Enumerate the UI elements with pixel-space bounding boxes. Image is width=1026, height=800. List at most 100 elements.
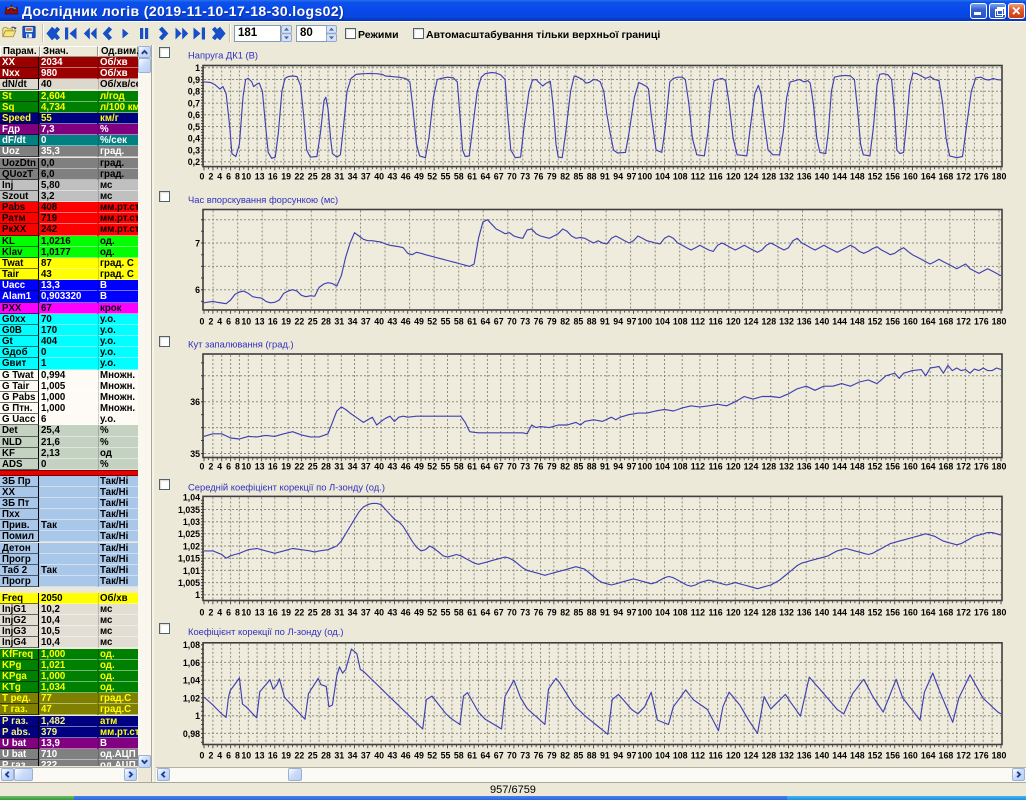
svg-text:160: 160 [903,608,918,618]
svg-text:156: 156 [885,751,900,761]
svg-text:140: 140 [815,462,830,472]
svg-text:73: 73 [520,608,530,618]
svg-text:108: 108 [673,751,688,761]
svg-text:8: 8 [235,608,240,618]
svg-text:79: 79 [547,751,557,761]
svg-text:100: 100 [637,608,652,618]
svg-text:97: 97 [627,751,637,761]
svg-text:13: 13 [255,608,265,618]
svg-text:52: 52 [427,462,437,472]
svg-text:79: 79 [547,608,557,618]
svg-text:46: 46 [401,608,411,618]
svg-text:94: 94 [613,317,623,327]
svg-text:31: 31 [334,317,344,327]
svg-text:168: 168 [939,317,954,327]
svg-text:112: 112 [691,172,705,182]
svg-text:64: 64 [481,462,491,472]
svg-text:124: 124 [744,462,759,472]
svg-text:31: 31 [334,751,344,761]
svg-text:22: 22 [295,317,305,327]
svg-text:85: 85 [574,462,584,472]
svg-text:1,035: 1,035 [178,505,200,515]
svg-text:67: 67 [494,608,504,618]
svg-text:37: 37 [361,462,371,472]
svg-text:132: 132 [779,317,794,327]
svg-text:180: 180 [992,317,1007,327]
svg-text:49: 49 [414,608,424,618]
svg-text:108: 108 [673,317,688,327]
svg-text:88: 88 [587,172,597,182]
svg-text:112: 112 [691,462,705,472]
svg-text:73: 73 [520,317,530,327]
svg-text:97: 97 [627,608,637,618]
svg-text:88: 88 [587,317,597,327]
svg-text:76: 76 [534,317,544,327]
svg-text:16: 16 [268,462,278,472]
svg-text:16: 16 [268,172,278,182]
svg-text:164: 164 [921,462,936,472]
svg-text:Час впорскування форсункою (мс: Час впорскування форсункою (мс) [188,194,338,205]
svg-text:Коефіцієнт корекції по Л-зонду: Коефіцієнт корекції по Л-зонду (од.) [188,626,343,637]
svg-text:37: 37 [361,751,371,761]
svg-text:1,02: 1,02 [183,693,200,703]
svg-text:25: 25 [308,317,318,327]
svg-text:144: 144 [832,608,847,618]
svg-text:136: 136 [797,317,812,327]
svg-text:132: 132 [779,751,794,761]
svg-text:46: 46 [401,317,411,327]
svg-text:148: 148 [850,608,865,618]
svg-text:10: 10 [241,608,251,618]
svg-text:140: 140 [815,317,830,327]
svg-text:120: 120 [726,462,741,472]
svg-text:97: 97 [627,317,637,327]
svg-text:25: 25 [308,462,318,472]
svg-text:1: 1 [195,63,200,73]
svg-text:8: 8 [235,172,240,182]
svg-text:100: 100 [637,462,652,472]
svg-text:52: 52 [427,608,437,618]
svg-text:85: 85 [574,608,584,618]
svg-text:180: 180 [992,608,1007,618]
svg-text:132: 132 [779,172,794,182]
svg-text:28: 28 [321,608,331,618]
svg-text:2: 2 [208,608,213,618]
svg-text:22: 22 [295,462,305,472]
svg-text:70: 70 [507,462,517,472]
svg-text:1,025: 1,025 [178,529,200,539]
svg-text:25: 25 [308,751,318,761]
svg-text:64: 64 [481,317,491,327]
svg-text:4: 4 [217,608,222,618]
svg-text:116: 116 [708,317,722,327]
svg-text:0,5: 0,5 [188,122,200,132]
svg-text:70: 70 [507,172,517,182]
svg-text:94: 94 [613,462,623,472]
svg-text:132: 132 [779,608,794,618]
svg-text:97: 97 [627,462,637,472]
svg-text:4: 4 [217,462,222,472]
svg-text:152: 152 [868,462,883,472]
svg-text:176: 176 [974,608,989,618]
svg-text:148: 148 [850,317,865,327]
svg-text:124: 124 [744,751,759,761]
svg-text:34: 34 [348,751,358,761]
svg-text:108: 108 [673,172,688,182]
svg-text:49: 49 [414,751,424,761]
svg-text:19: 19 [281,751,291,761]
svg-text:104: 104 [655,317,670,327]
svg-text:28: 28 [321,751,331,761]
svg-text:128: 128 [761,317,776,327]
svg-text:128: 128 [761,608,776,618]
svg-text:55: 55 [441,608,451,618]
svg-text:52: 52 [427,751,437,761]
svg-text:73: 73 [520,751,530,761]
svg-text:91: 91 [600,608,610,618]
svg-text:0,3: 0,3 [188,146,200,156]
svg-text:1,005: 1,005 [178,578,200,588]
svg-text:37: 37 [361,172,371,182]
svg-text:104: 104 [655,751,670,761]
svg-text:0,9: 0,9 [188,75,200,85]
svg-text:40: 40 [374,462,384,472]
svg-text:16: 16 [268,317,278,327]
svg-text:116: 116 [708,462,722,472]
svg-text:22: 22 [295,608,305,618]
